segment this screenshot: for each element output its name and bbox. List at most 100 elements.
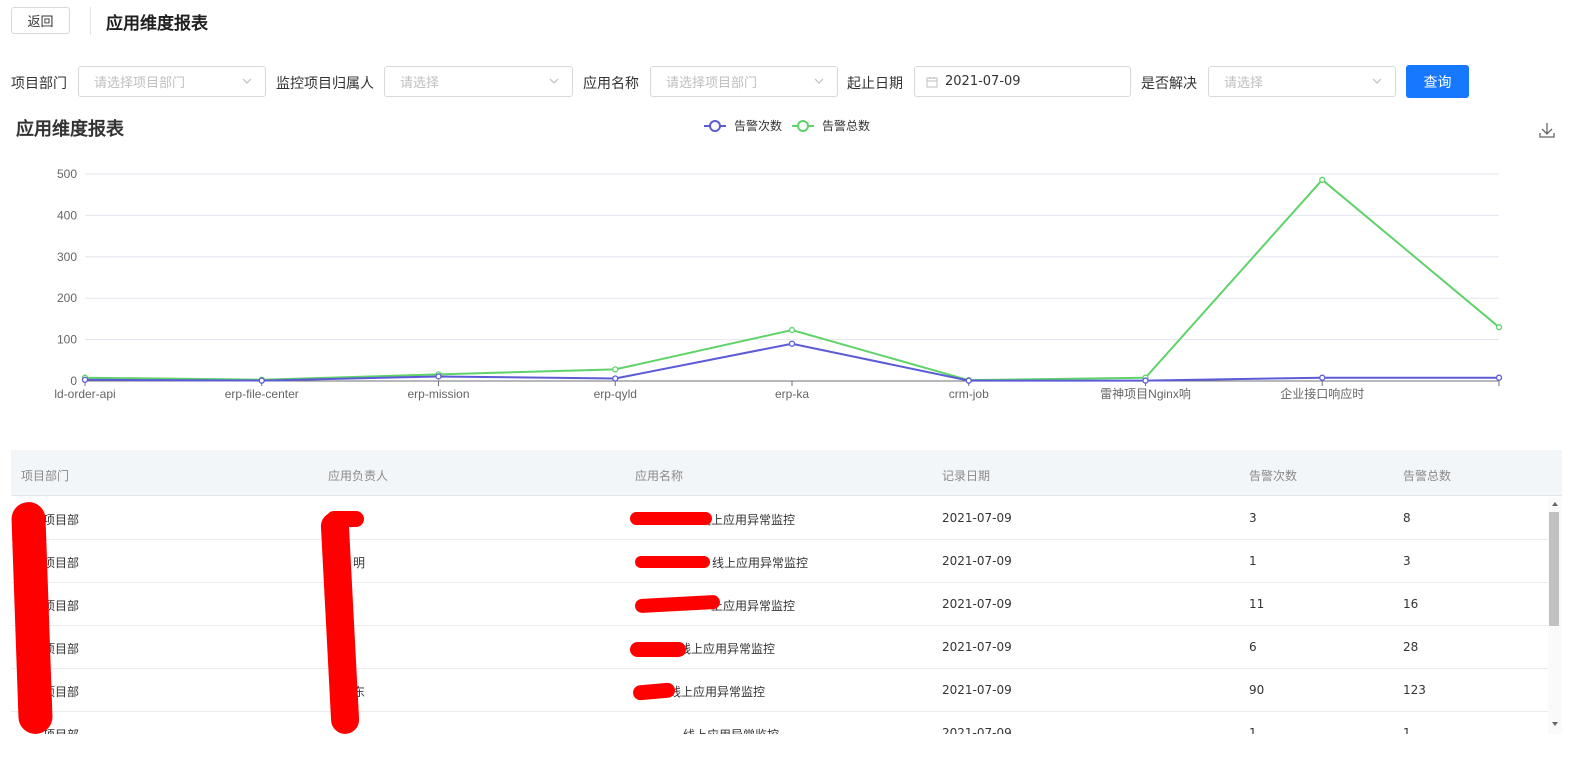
data-point	[1495, 324, 1503, 331]
legend-marker	[709, 120, 721, 132]
redaction-mark	[630, 512, 712, 525]
table-header: 项目部门 应用负责人 应用名称 记录日期 告警次数 告警总数	[11, 450, 1562, 496]
legend-label: 告警总数	[822, 118, 870, 133]
y-tick-label: 100	[57, 333, 77, 347]
data-point	[1319, 176, 1326, 183]
table-row[interactable]: 项目部 线上应用异常监控 2021-07-09 3 8	[11, 497, 1548, 540]
cell-alarm-total: 123	[1403, 683, 1426, 697]
y-tick-label: 200	[57, 291, 77, 305]
back-button[interactable]: 返回	[11, 7, 70, 34]
cell-owner: 明	[353, 556, 366, 570]
cell-alarm-total: 3	[1403, 554, 1411, 568]
th-alarm-count: 告警次数	[1249, 469, 1298, 483]
cell-app: 线上应用异常监控	[712, 556, 809, 570]
query-button[interactable]: 查询	[1406, 65, 1469, 98]
data-point	[1142, 377, 1149, 384]
resolved-placeholder: 请选择	[1224, 76, 1264, 91]
th-app: 应用名称	[635, 469, 684, 483]
cell-alarm-count: 1	[1249, 726, 1257, 734]
app-label: 应用名称	[583, 76, 639, 92]
data-point	[965, 377, 972, 384]
cell-alarm-count: 1	[1249, 554, 1257, 568]
cell-alarm-total: 8	[1403, 511, 1411, 525]
legend-marker	[797, 120, 809, 132]
y-tick-label: 0	[70, 374, 77, 388]
x-tick-label: 雷神项目Nginx响	[1100, 386, 1191, 401]
x-tick-label: erp-qyld	[594, 387, 637, 401]
dept-select[interactable]: 请选择项目部门	[78, 66, 266, 97]
data-point	[1495, 374, 1503, 381]
cell-date: 2021-07-09	[942, 554, 1012, 568]
legend-label: 告警次数	[734, 118, 782, 133]
table-row[interactable]: 项目部 上应用异常监控 2021-07-09 11 16	[11, 583, 1548, 626]
owner-select[interactable]: 请选择	[384, 66, 573, 97]
scroll-up-icon[interactable]	[1551, 500, 1559, 508]
th-date: 记录日期	[942, 469, 991, 483]
x-tick-label: erp-ka	[775, 387, 809, 401]
table-row[interactable]: 项目部 线上应用异常监控 2021-07-09 1 1	[11, 712, 1548, 734]
resolved-label: 是否解决	[1141, 76, 1197, 92]
dept-placeholder: 请选择项目部门	[94, 76, 186, 91]
dept-label: 项目部门	[11, 76, 67, 92]
th-alarm-total: 告警总数	[1403, 469, 1452, 483]
series-line-alarm-total	[84, 178, 1500, 382]
scrollbar-thumb[interactable]	[1549, 512, 1559, 626]
series-line-alarm-count	[84, 342, 1499, 382]
cell-app: 线上应用异常监控	[679, 642, 776, 656]
cell-alarm-count: 6	[1249, 640, 1257, 654]
app-select[interactable]: 请选择项目部门	[650, 66, 838, 97]
resolved-select[interactable]: 请选择	[1208, 66, 1396, 97]
cell-date: 2021-07-09	[942, 511, 1012, 525]
cell-date: 2021-07-09	[942, 597, 1012, 611]
cell-app: 线上应用异常监控	[699, 513, 796, 527]
top-bar: 返回 应用维度报表	[0, 0, 1593, 42]
date-value: 2021-07-09	[945, 74, 1021, 89]
th-dept: 项目部门	[21, 469, 70, 483]
chevron-down-icon	[549, 78, 559, 84]
y-tick-label: 300	[57, 250, 77, 264]
data-point	[612, 366, 619, 373]
owner-label: 监控项目归属人	[276, 76, 374, 92]
filter-bar: 项目部门 请选择项目部门 监控项目归属人 请选择 应用名称 请选择项目部门 起止…	[0, 64, 1593, 100]
y-tick-label: 500	[57, 167, 77, 181]
cell-date: 2021-07-09	[942, 683, 1012, 697]
date-label: 起止日期	[847, 76, 903, 92]
app-placeholder: 请选择项目部门	[666, 76, 758, 91]
date-range-picker[interactable]: 2021-07-09	[914, 66, 1131, 97]
cell-app: 线上应用异常监控	[683, 726, 779, 734]
table-body: 项目部 线上应用异常监控 2021-07-09 3 8 项目部 明 线上应用异常…	[11, 497, 1548, 734]
scroll-down-icon[interactable]	[1551, 720, 1559, 728]
cell-alarm-total: 16	[1403, 597, 1419, 611]
cell-dept: 项目部	[43, 513, 80, 527]
data-point	[1319, 374, 1326, 381]
cell-app: 上应用异常监控	[711, 599, 796, 613]
chevron-down-icon	[1372, 78, 1382, 84]
data-table: 项目部门 应用负责人 应用名称 记录日期 告警次数 告警总数 项目部 线上应用异…	[11, 450, 1562, 734]
redaction-mark	[635, 556, 710, 568]
chevron-down-icon	[242, 78, 252, 84]
divider	[90, 7, 91, 35]
cell-alarm-total: 28	[1403, 640, 1419, 654]
cell-date: 2021-07-09	[942, 640, 1012, 654]
table-row[interactable]: 项目部 明 线上应用异常监控 2021-07-09 1 3	[11, 540, 1548, 583]
data-point	[612, 375, 619, 382]
cell-alarm-total: 1	[1403, 726, 1411, 734]
x-tick-label: erp-file-center	[225, 387, 299, 401]
cell-alarm-count: 90	[1249, 683, 1265, 697]
owner-placeholder: 请选择	[400, 76, 440, 91]
x-tick-label: ld-order-api	[54, 387, 115, 401]
redaction-mark	[326, 511, 364, 527]
line-chart: 0 100 200 300 400 500 ld-order-api erp-file-cen…	[54, 118, 1503, 401]
th-owner: 应用负责人	[328, 469, 389, 483]
table-row[interactable]: 项目部 东 线上应用异常监控 2021-07-09 90 123	[11, 669, 1548, 712]
data-point	[258, 377, 265, 384]
data-point	[788, 340, 796, 347]
cell-date: 2021-07-09	[942, 726, 1012, 734]
x-tick-label: crm-job	[949, 387, 989, 401]
calendar-icon	[926, 77, 938, 88]
table-row[interactable]: 项目部 线上应用异常监控 2021-07-09 6 28	[11, 626, 1548, 669]
chevron-down-icon	[814, 78, 824, 84]
data-point	[81, 376, 89, 383]
y-tick-label: 400	[57, 208, 77, 222]
redaction-mark	[630, 642, 686, 657]
